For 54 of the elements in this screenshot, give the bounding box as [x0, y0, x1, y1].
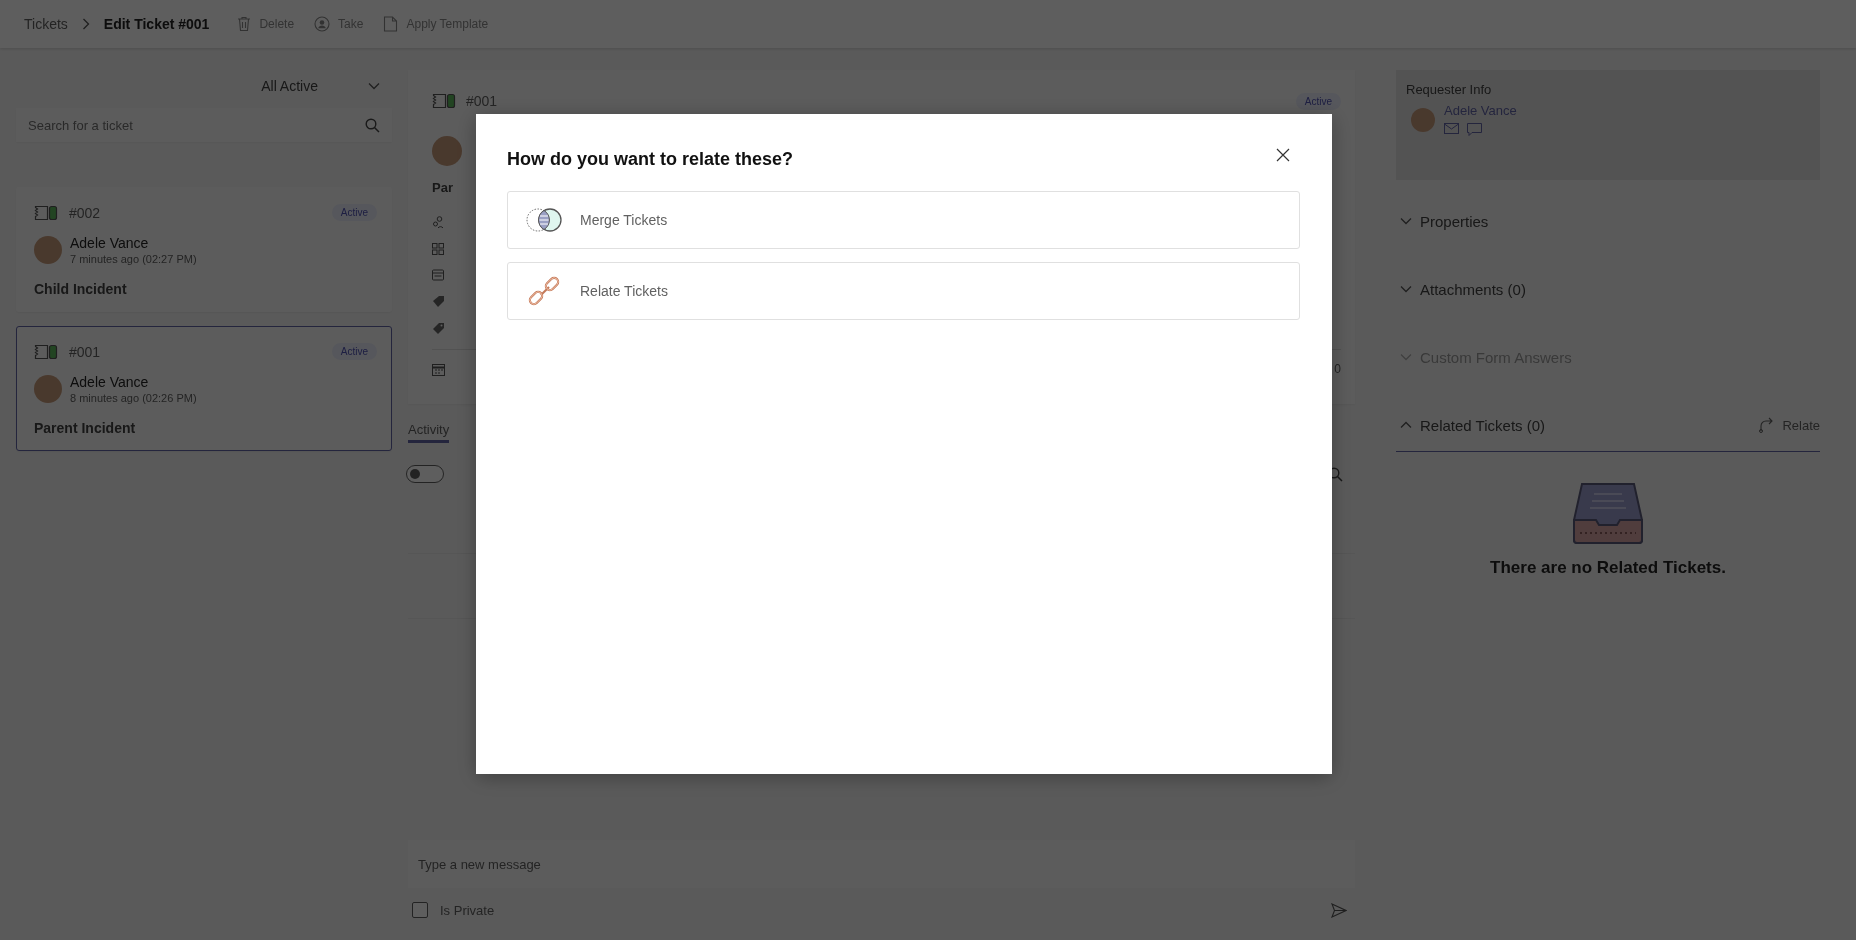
people-icon [432, 215, 444, 229]
send-icon[interactable] [1331, 902, 1347, 918]
chevron-right-icon [81, 18, 90, 30]
chat-icon[interactable] [1467, 123, 1482, 136]
trash-icon [237, 16, 252, 32]
chevron-down-icon [1400, 217, 1412, 225]
tag-icon [432, 295, 445, 308]
person-circle-icon [314, 16, 331, 32]
ticket-icon [34, 343, 58, 360]
ticket-icon [34, 204, 58, 221]
breadcrumb-item[interactable]: Tickets [24, 16, 68, 32]
ticket-card[interactable]: #002 Active Adele Vance 7 minutes ago (02:27 PM) Child Incident [16, 187, 392, 312]
chevron-down-icon [368, 82, 380, 90]
grid-icon [432, 243, 444, 255]
status-badge: Active [331, 343, 377, 360]
document-icon [383, 16, 399, 32]
filter-dropdown[interactable]: All Active [257, 74, 384, 98]
ticket-icon [432, 93, 456, 109]
requester-name: Adele Vance [70, 235, 150, 251]
tags-icon [432, 322, 445, 335]
list-icon [432, 269, 444, 281]
avatar-icon [432, 136, 462, 166]
status-badge: Active [331, 204, 377, 221]
branch-arrow-icon [1758, 417, 1775, 433]
close-icon [1276, 148, 1290, 162]
mail-icon[interactable] [1444, 123, 1459, 134]
chevron-up-icon [1400, 421, 1412, 429]
empty-inbox-drawing [1572, 482, 1644, 544]
ticket-number: #001 [466, 93, 499, 109]
section-header[interactable]: Attachments (0) [1396, 277, 1820, 301]
ticket-number: #001 [69, 343, 102, 360]
toggle-switch[interactable] [406, 465, 444, 483]
option-button[interactable]: Merge Tickets [507, 191, 1300, 249]
ticket-time: 7 minutes ago (02:27 PM) [70, 253, 197, 265]
chevron-down-icon [1400, 285, 1412, 293]
ticket-title: Child Incident [34, 281, 128, 297]
ticket-number: #002 [69, 204, 102, 221]
requester-name: Adele Vance [70, 374, 150, 390]
dialog-title: How do you want to relate these? [507, 149, 794, 170]
search-icon [365, 118, 380, 133]
calendar-icon [432, 362, 445, 376]
checkbox[interactable] [412, 902, 428, 918]
breadcrumb-item[interactable]: Edit Ticket #001 [103, 16, 210, 32]
section-header[interactable]: Properties [1396, 209, 1820, 233]
avatar-icon [34, 236, 62, 264]
merge-circles-icon [526, 206, 564, 234]
ticket-title: Parent Incident [34, 420, 137, 436]
option-button[interactable]: Relate Tickets [507, 262, 1300, 320]
empty-state-message: There are no Related Tickets. [1490, 558, 1726, 578]
status-badge: Active [1295, 92, 1341, 110]
avatar-icon [34, 375, 62, 403]
avatar-icon [1411, 107, 1435, 132]
card-title: Requester Info [1406, 82, 1493, 97]
ticket-title: Par [432, 180, 453, 195]
